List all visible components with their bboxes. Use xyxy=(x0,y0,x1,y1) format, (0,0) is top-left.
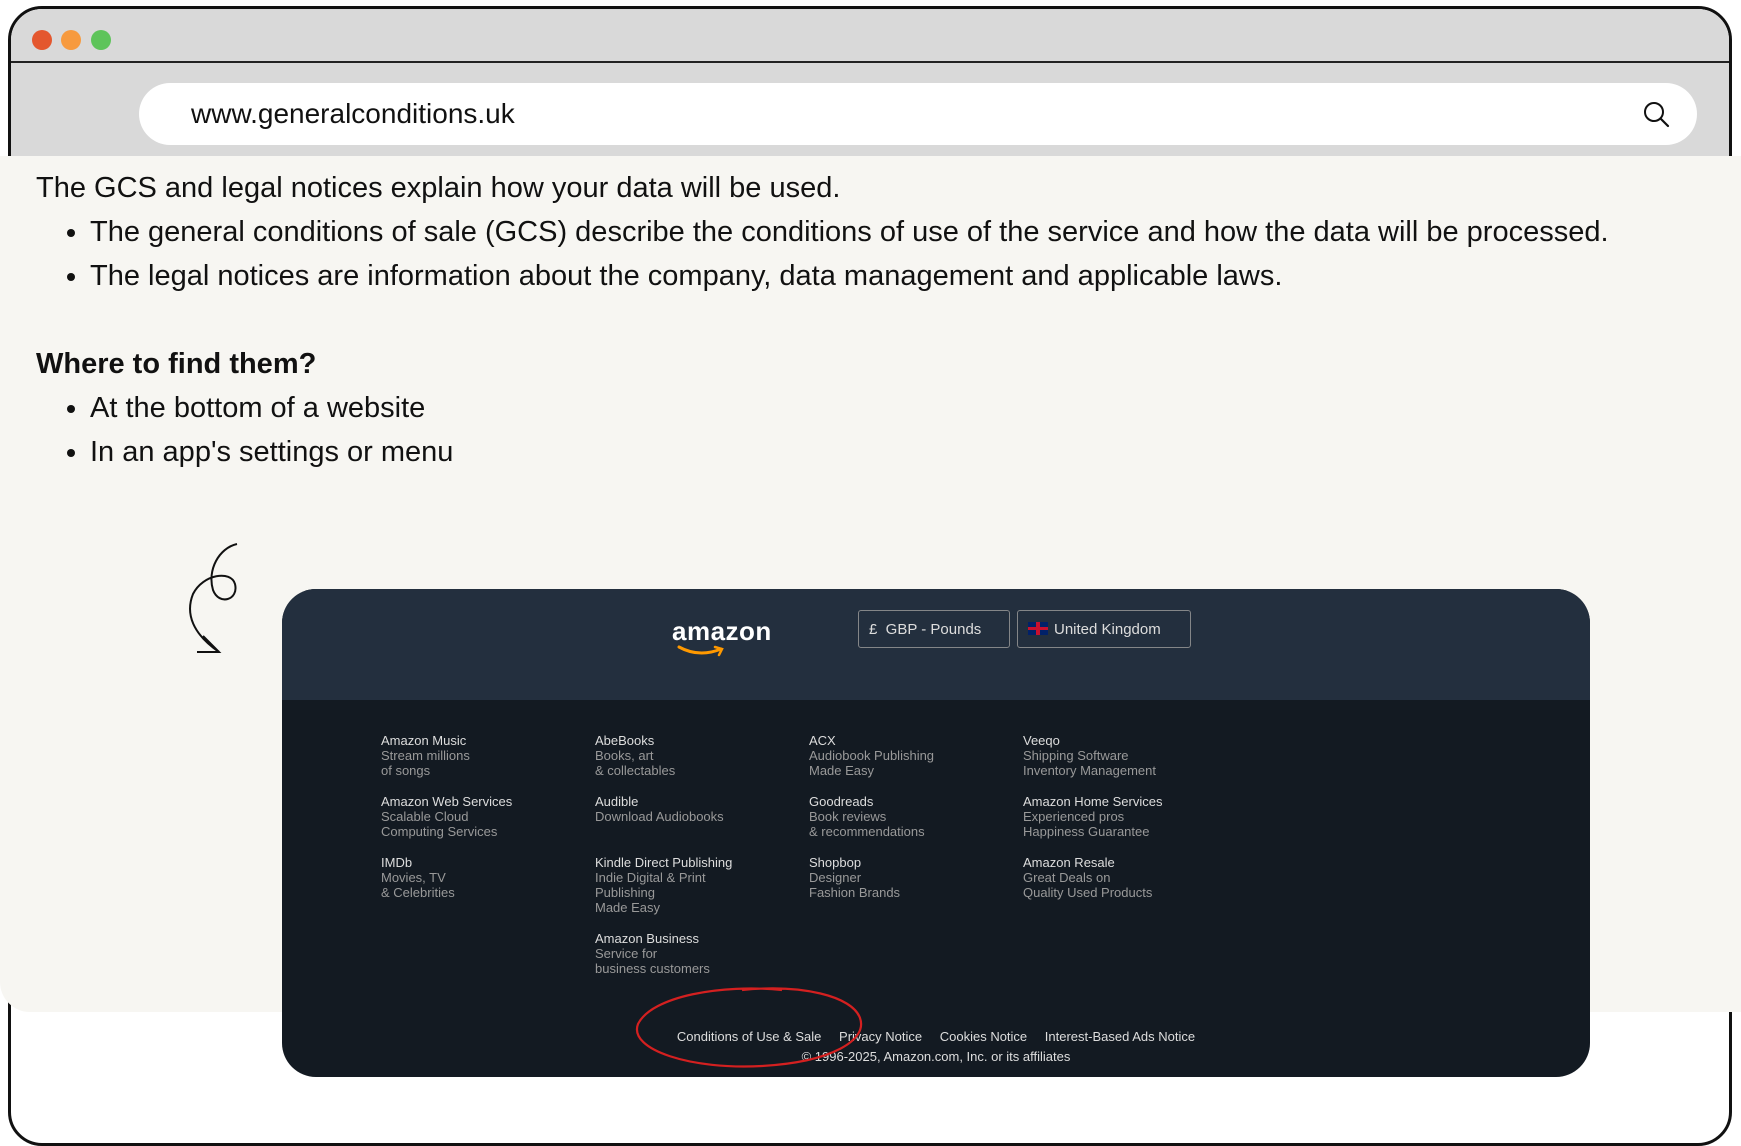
footer-column-1: Amazon Music Stream millions of songs Ama… xyxy=(381,733,581,916)
link-title: ACX xyxy=(809,733,836,748)
link-desc: Experienced pros Happiness Guarantee xyxy=(1023,809,1150,839)
link-desc: Audiobook Publishing Made Easy xyxy=(809,748,935,778)
footer-link[interactable]: Kindle Direct Publishing Indie Digital & … xyxy=(595,855,795,915)
currency-selector[interactable]: £ GBP - Pounds xyxy=(858,610,1010,648)
link-title: Amazon Music xyxy=(381,733,467,748)
footer-top-bar: amazon £ GBP - Pounds United Kingdom xyxy=(282,589,1590,700)
footer-link[interactable]: Amazon Music Stream millions of songs xyxy=(381,733,581,778)
close-window-button[interactable] xyxy=(32,30,52,50)
link-desc: Service for business customers xyxy=(595,946,710,976)
list-item: At the bottom of a website xyxy=(90,386,1696,430)
country-selector[interactable]: United Kingdom xyxy=(1017,610,1191,648)
footer-link[interactable]: Amazon Business Service for business cust… xyxy=(595,931,795,976)
currency-label: £ GBP - Pounds xyxy=(869,621,982,638)
link-desc: Shipping Software Inventory Management xyxy=(1023,748,1156,778)
red-circle-annotation-icon xyxy=(635,987,863,1068)
link-title: IMDb xyxy=(381,855,413,870)
link-title: Amazon Business xyxy=(595,931,700,946)
country-label: United Kingdom xyxy=(1054,621,1161,638)
footer-column-3: ACX Audiobook Publishing Made Easy Goodre… xyxy=(809,733,1009,916)
link-desc: Stream millions of songs xyxy=(381,748,470,778)
legal-links: Conditions of Use & Sale Privacy Notice … xyxy=(282,1029,1590,1044)
interest-based-ads-link[interactable]: Interest-Based Ads Notice xyxy=(1045,1029,1195,1044)
intro-text: The GCS and legal notices explain how yo… xyxy=(36,172,841,204)
footer-link[interactable]: Amazon Home Services Experienced pros Hap… xyxy=(1023,794,1223,839)
footer-link[interactable]: IMDb Movies, TV & Celebrities xyxy=(381,855,581,900)
link-desc: Download Audiobooks xyxy=(595,809,724,824)
maximize-window-button[interactable] xyxy=(91,30,111,50)
footer-link[interactable]: ACX Audiobook Publishing Made Easy xyxy=(809,733,1009,778)
amazon-logo[interactable]: amazon xyxy=(672,616,772,647)
link-title: Amazon Home Services xyxy=(1023,794,1163,809)
link-desc: Scalable Cloud Computing Services xyxy=(381,809,498,839)
link-title: Kindle Direct Publishing xyxy=(595,855,733,870)
list-item: The general conditions of sale (GCS) des… xyxy=(90,210,1696,254)
link-desc: Great Deals on Quality Used Products xyxy=(1023,870,1153,900)
link-desc: Designer Fashion Brands xyxy=(809,870,901,900)
address-bar[interactable]: www.generalconditions.uk xyxy=(139,83,1697,145)
main-content: The GCS and legal notices explain how yo… xyxy=(36,166,1696,474)
link-title: Shopbop xyxy=(809,855,862,870)
uk-flag-icon xyxy=(1028,622,1048,635)
footer-link[interactable]: Amazon Resale Great Deals on Quality Used… xyxy=(1023,855,1223,900)
definition-list: The general conditions of sale (GCS) des… xyxy=(36,210,1696,298)
location-list: At the bottom of a website In an app's s… xyxy=(36,386,1696,474)
amazon-smile-icon xyxy=(677,645,724,657)
link-title: Goodreads xyxy=(809,794,874,809)
link-desc: Indie Digital & Print Publishing Made Ea… xyxy=(595,870,706,915)
link-title: Amazon Web Services xyxy=(381,794,513,809)
minimize-window-button[interactable] xyxy=(61,30,81,50)
link-desc: Movies, TV & Celebrities xyxy=(381,870,455,900)
list-item: In an app's settings or menu xyxy=(90,430,1696,474)
amazon-footer-screenshot: amazon £ GBP - Pounds United Kingdom Ama… xyxy=(282,589,1590,1077)
hand-drawn-arrow-icon xyxy=(189,543,238,653)
link-title: Amazon Resale xyxy=(1023,855,1115,870)
footer-link[interactable]: Amazon Web Services Scalable Cloud Comput… xyxy=(381,794,581,839)
footer-link[interactable]: AbeBooks Books, art & collectables xyxy=(595,733,795,778)
footer-column-2: AbeBooks Books, art & collectables Audibl… xyxy=(595,733,795,992)
link-desc: Books, art & collectables xyxy=(595,748,676,778)
link-title: AbeBooks xyxy=(595,733,655,748)
footer-link[interactable]: Veeqo Shipping Software Inventory Managem… xyxy=(1023,733,1223,778)
cookies-notice-link[interactable]: Cookies Notice xyxy=(940,1029,1027,1044)
footer-link[interactable]: Goodreads Book reviews & recommendations xyxy=(809,794,1009,839)
footer-column-4: Veeqo Shipping Software Inventory Managem… xyxy=(1023,733,1223,916)
title-bar xyxy=(11,9,1729,63)
toolbar: www.generalconditions.uk xyxy=(11,63,1729,165)
section-heading: Where to find them? xyxy=(36,348,317,380)
list-item: The legal notices are information about … xyxy=(90,254,1696,298)
copyright-text: © 1996-2025, Amazon.com, Inc. or its aff… xyxy=(801,1049,1071,1064)
link-desc: Book reviews & recommendations xyxy=(809,809,925,839)
footer-link[interactable]: Audible Download Audiobooks xyxy=(595,794,795,824)
footer-link[interactable]: Shopbop Designer Fashion Brands xyxy=(809,855,1009,900)
url-text[interactable]: www.generalconditions.uk xyxy=(191,98,515,130)
search-icon[interactable] xyxy=(1641,99,1671,129)
link-title: Audible xyxy=(595,794,639,809)
link-title: Veeqo xyxy=(1023,733,1060,748)
